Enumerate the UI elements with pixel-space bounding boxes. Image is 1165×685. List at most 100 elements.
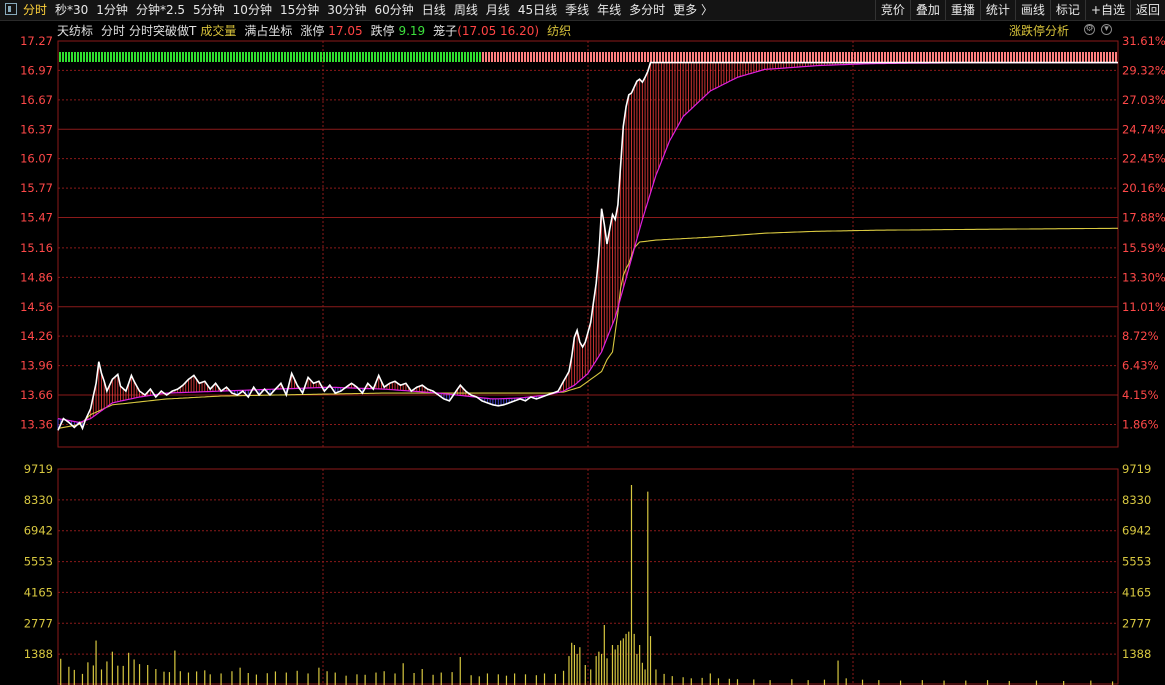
signal-strip-bar — [419, 52, 421, 62]
signal-strip-bar — [185, 52, 187, 62]
period-tab-12[interactable]: 45日线 — [517, 0, 558, 20]
price-axis-label: 15.16 — [20, 241, 53, 255]
signal-strip-bar — [644, 52, 646, 62]
signal-strip-bar — [401, 52, 403, 62]
mode-label[interactable]: 分时 — [101, 22, 125, 39]
signal-strip-bar — [566, 52, 568, 62]
signal-strip-bar — [86, 52, 88, 62]
period-tab-11[interactable]: 月线 — [485, 0, 511, 20]
signal-strip-bar — [686, 52, 688, 62]
period-tab-2[interactable]: 1分钟 — [95, 0, 129, 20]
signal-strip-bar — [1058, 52, 1060, 62]
signal-strip-bar — [956, 52, 958, 62]
toolbar-button-6[interactable]: +自选 — [1084, 0, 1130, 20]
volume-label[interactable]: 成交量 — [200, 22, 236, 39]
period-tab-9[interactable]: 日线 — [421, 0, 447, 20]
intraday-chart[interactable]: 17.27 31.61% 16.97 29.32% 16.67 27.03% 16.37 24… — [0, 0, 1165, 685]
signal-strip-bar — [581, 52, 583, 62]
signal-strip-bar — [932, 52, 934, 62]
period-tab-15[interactable]: 多分时 — [628, 0, 666, 20]
volume-axis-label-right: 1388 — [1122, 647, 1151, 661]
period-tab-6[interactable]: 15分钟 — [279, 0, 320, 20]
signal-strip-bar — [629, 52, 631, 62]
signal-strip-bar — [962, 52, 964, 62]
signal-strip-bar — [248, 52, 250, 62]
toolbar-button-4[interactable]: 画线 — [1014, 0, 1050, 20]
signal-strip-bar — [983, 52, 985, 62]
period-tab-4[interactable]: 5分钟 — [192, 0, 226, 20]
signal-strip-bar — [821, 52, 823, 62]
toolbar-button-0[interactable]: 竞价 — [874, 0, 910, 20]
pct-axis-label: 24.74% — [1122, 122, 1165, 136]
pct-axis-label: 13.30% — [1122, 270, 1165, 284]
signal-strip-bar — [860, 52, 862, 62]
signal-strip-bar — [308, 52, 310, 62]
signal-strip-bar — [557, 52, 559, 62]
pct-axis-label: 27.03% — [1122, 93, 1165, 107]
signal-strip-bar — [170, 52, 172, 62]
pct-axis-label: 11.01% — [1122, 300, 1165, 314]
signal-strip-bar — [539, 52, 541, 62]
signal-strip-bar — [1043, 52, 1045, 62]
period-tab-10[interactable]: 周线 — [453, 0, 479, 20]
signal-strip-bar — [773, 52, 775, 62]
period-tab-0[interactable]: 分时 — [22, 0, 48, 20]
signal-strip-bar — [935, 52, 937, 62]
signal-strip-bar — [677, 52, 679, 62]
signal-strip-bar — [344, 52, 346, 62]
period-tab-14[interactable]: 年线 — [596, 0, 622, 20]
signal-strip-bar — [749, 52, 751, 62]
signal-strip-bar — [218, 52, 220, 62]
signal-strip-bar — [587, 52, 589, 62]
signal-strip-bar — [938, 52, 940, 62]
signal-strip-bar — [572, 52, 574, 62]
cage-label: 笼子 — [433, 23, 458, 38]
signal-strip-bar — [779, 52, 781, 62]
signal-strip-bar — [872, 52, 874, 62]
signal-strip-bar — [392, 52, 394, 62]
volume-axis-label: 2777 — [24, 616, 53, 630]
signal-strip-bar — [1001, 52, 1003, 62]
signal-strip-bar — [257, 52, 259, 62]
signal-strip-bar — [791, 52, 793, 62]
signal-strip-bar — [752, 52, 754, 62]
limit-down-label: 跌停 — [370, 23, 395, 38]
signal-strip-bar — [890, 52, 892, 62]
signal-strip-bar — [203, 52, 205, 62]
sector-label[interactable]: 纺织 — [547, 22, 571, 39]
volume-axis-label-right: 6942 — [1122, 524, 1151, 538]
toolbar-button-5[interactable]: 标记 — [1049, 0, 1085, 20]
signal-strip-bar — [713, 52, 715, 62]
coord-label[interactable]: 满占坐标 — [244, 22, 292, 39]
settings-icon[interactable]: ⚙ — [1084, 24, 1095, 35]
signal-strip-bar — [377, 52, 379, 62]
signal-strip-bar — [800, 52, 802, 62]
period-tab-3[interactable]: 分钟*2.5 — [135, 0, 186, 20]
limit-analysis-button[interactable]: 涨跌停分析 — [1009, 22, 1069, 39]
signal-strip-bar — [107, 52, 109, 62]
period-tab-16[interactable]: 更多 〉 — [672, 0, 714, 20]
period-tab-1[interactable]: 秒*30 — [54, 0, 89, 20]
signal-strip-bar — [284, 52, 286, 62]
period-tab-8[interactable]: 60分钟 — [374, 0, 415, 20]
collapse-icon[interactable]: ▾ — [1101, 24, 1112, 35]
signal-strip-bar — [140, 52, 142, 62]
toolbar-button-2[interactable]: 重播 — [944, 0, 980, 20]
signal-strip-bar — [359, 52, 361, 62]
toolbar-button-7[interactable]: 返回 — [1129, 0, 1165, 20]
signal-strip-bar — [818, 52, 820, 62]
signal-strip-bar — [350, 52, 352, 62]
signal-strip-bar — [1025, 52, 1027, 62]
signal-strip-bar — [827, 52, 829, 62]
signal-strip-bar — [332, 52, 334, 62]
signal-strip-bar — [224, 52, 226, 62]
window-icon[interactable] — [5, 3, 17, 15]
indicator-label[interactable]: 分时突破做T — [129, 22, 196, 39]
period-tab-5[interactable]: 10分钟 — [232, 0, 273, 20]
toolbar-button-1[interactable]: 叠加 — [909, 0, 945, 20]
period-tab-7[interactable]: 30分钟 — [326, 0, 367, 20]
toolbar-button-3[interactable]: 统计 — [979, 0, 1015, 20]
signal-strip-bar — [104, 52, 106, 62]
period-tab-13[interactable]: 季线 — [564, 0, 590, 20]
pct-axis-label: 20.16% — [1122, 181, 1165, 195]
